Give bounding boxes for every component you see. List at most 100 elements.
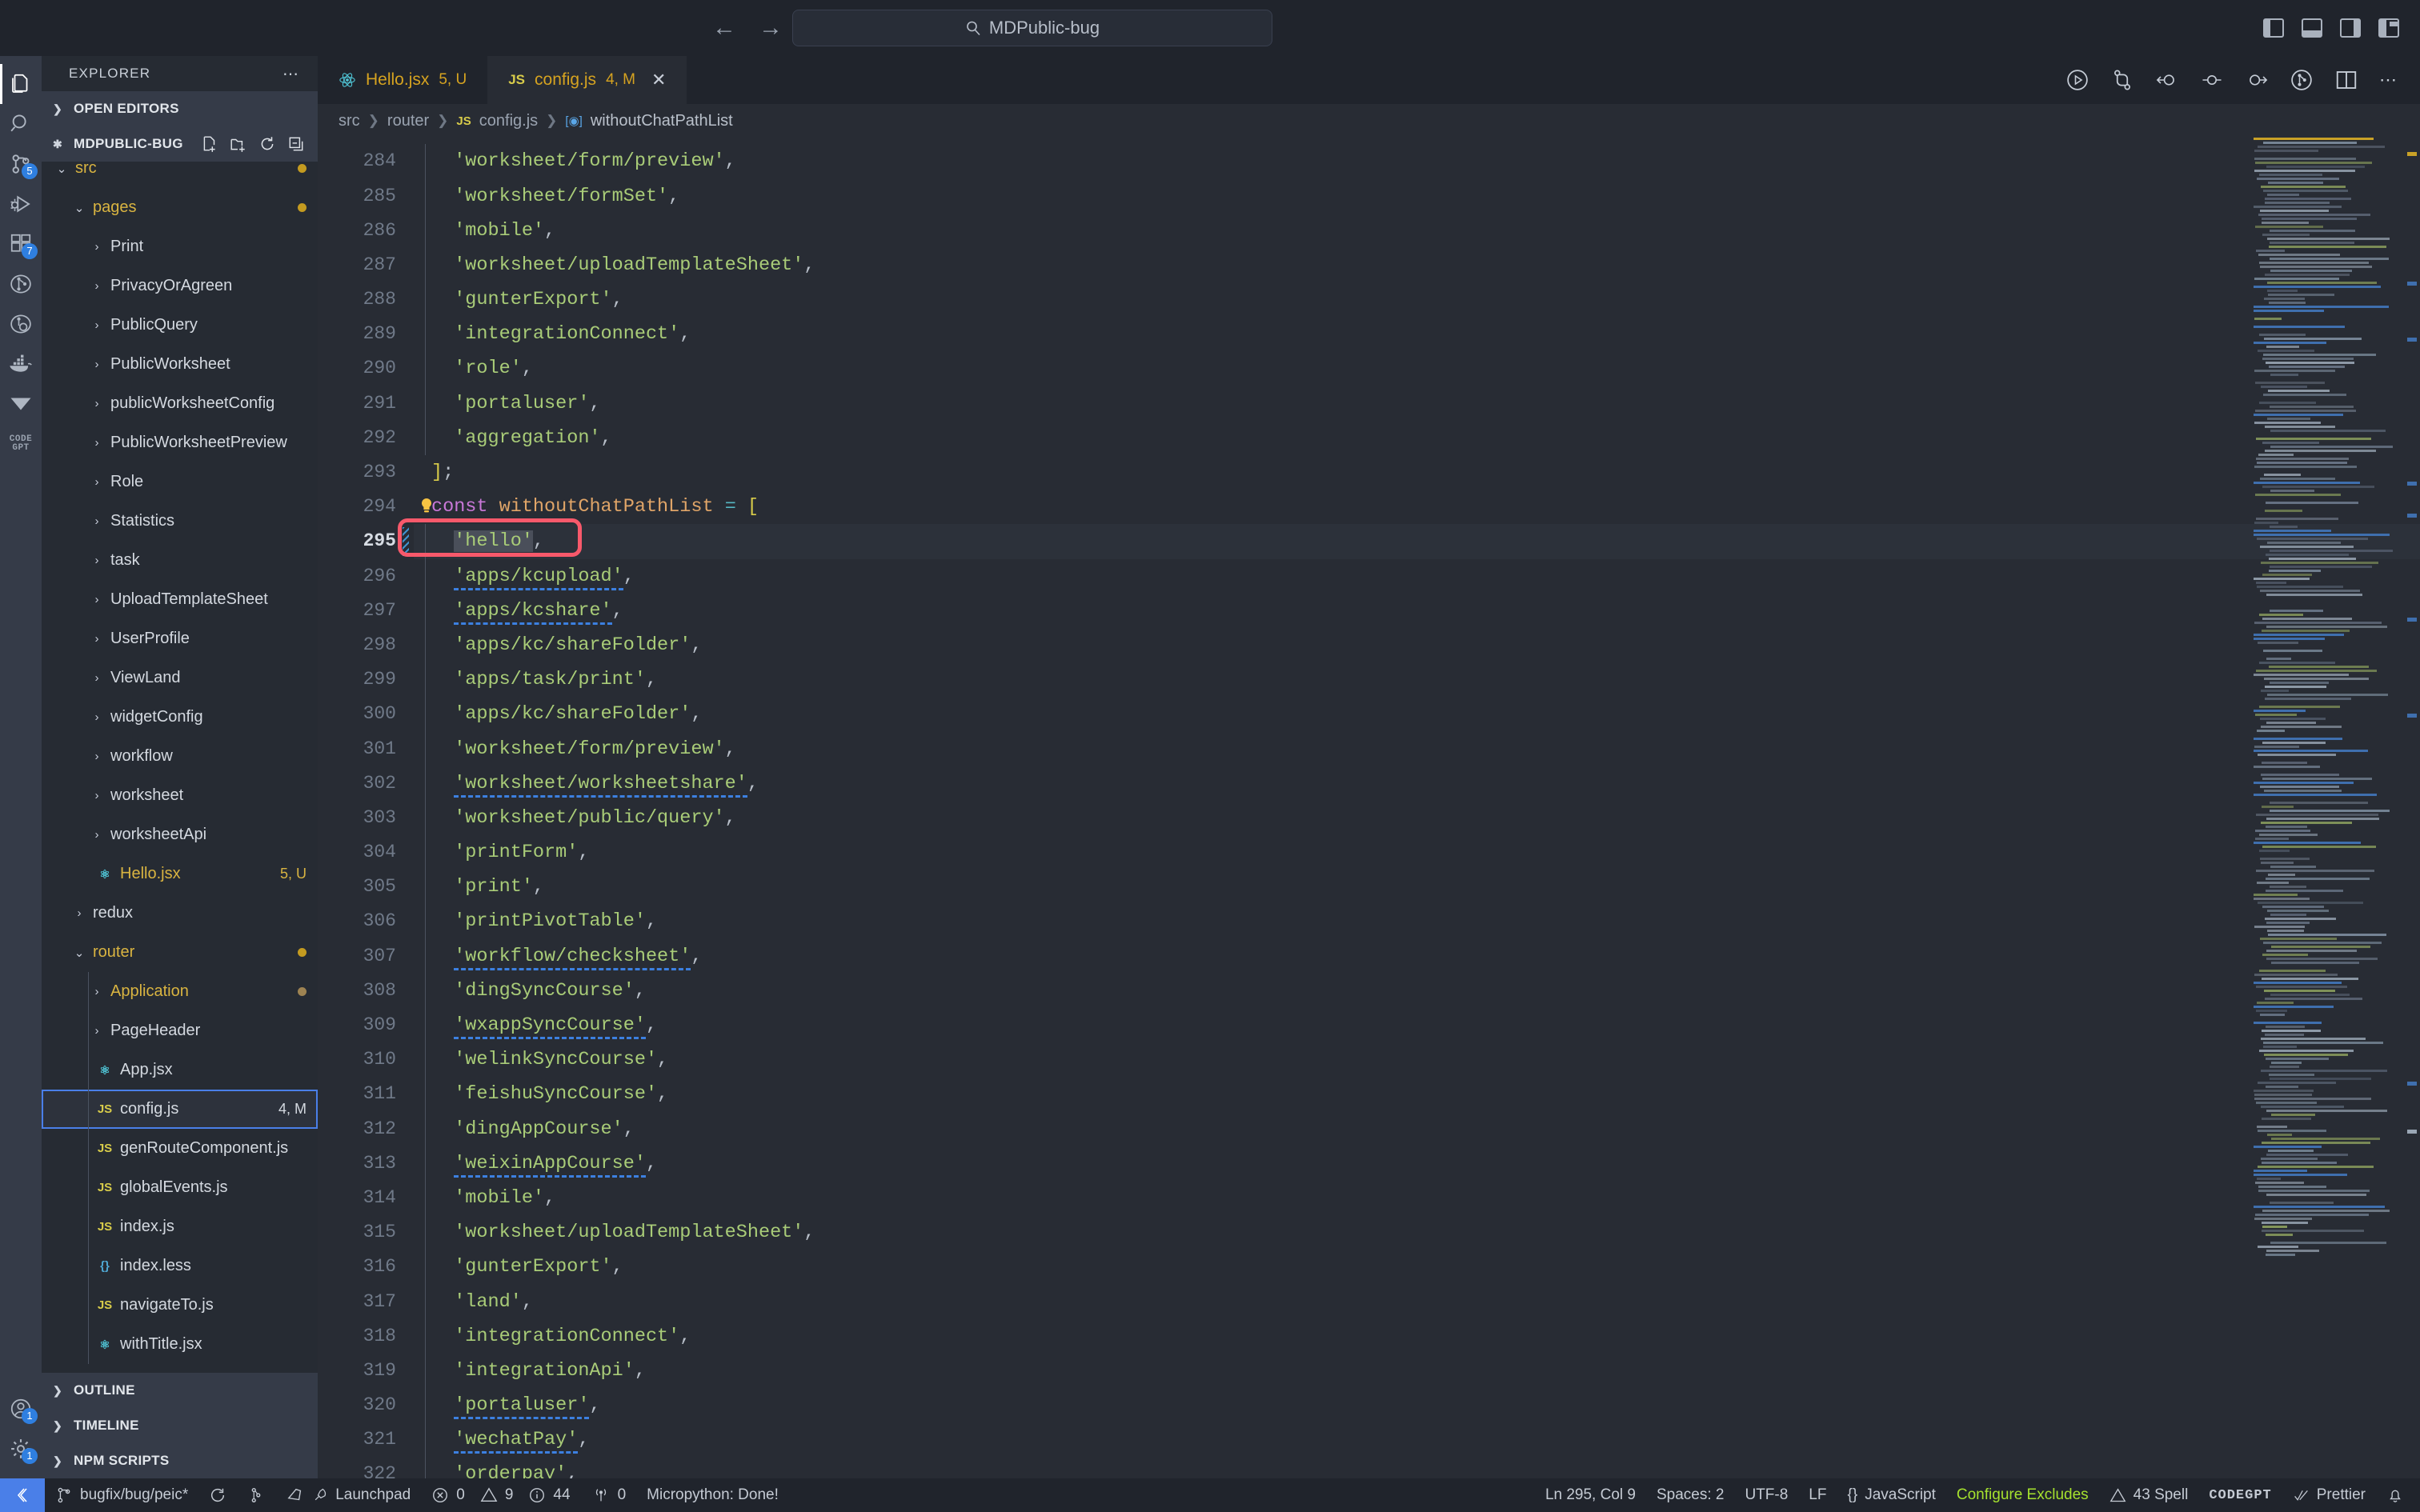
code-line[interactable]: 'wxappSyncCourse', [414, 1008, 2420, 1043]
activitybar-item-source-control[interactable]: 5 [0, 144, 42, 184]
code-line[interactable]: 'apps/kc/shareFolder', [414, 627, 2420, 663]
code-content[interactable]: 'worksheet/form/preview','worksheet/form… [414, 138, 2420, 1478]
code-line[interactable]: 'apps/kcupload', [414, 558, 2420, 594]
split-git-icon[interactable] [2110, 68, 2134, 92]
status-spell-checker[interactable]: 43 Spell [2099, 1478, 2199, 1512]
tree-item-publicworksheet[interactable]: › PublicWorksheet [42, 345, 318, 384]
code-editor[interactable]: 284 285 286 287 288 289 290 291 292 293 294 295 296 2… [318, 138, 2420, 1478]
tree-item-worksheetapi[interactable]: › worksheetApi [42, 815, 318, 854]
tree-item-socket[interactable]: ›socket [42, 1364, 318, 1373]
status-branch[interactable]: bugfix/bug/peic* [45, 1478, 198, 1512]
tree-item-router[interactable]: ⌄ router [42, 933, 318, 972]
toggle-panel-button[interactable] [2302, 18, 2322, 38]
activitybar-item-explorer[interactable] [0, 64, 42, 104]
editor-scrollbar[interactable] [2402, 138, 2420, 1478]
status-sync[interactable] [198, 1478, 237, 1512]
breadcrumb-item-router[interactable]: router [387, 112, 429, 130]
arrow-left-icon[interactable]: ← [712, 16, 736, 40]
tree-item-print[interactable]: › Print [42, 227, 318, 266]
sidebar-section-open-editors[interactable]: ❯ OPEN EDITORS [42, 91, 318, 126]
code-line[interactable]: ]; [414, 455, 2420, 490]
code-line[interactable]: 'worksheet/uploadTemplateSheet', [414, 1215, 2420, 1250]
activitybar-item-gitlens[interactable] [0, 304, 42, 344]
code-line[interactable]: 'welinkSyncCourse', [414, 1042, 2420, 1078]
code-line[interactable]: 'land', [414, 1284, 2420, 1319]
status-cursor-position[interactable]: Ln 295, Col 9 [1535, 1478, 1646, 1512]
code-line[interactable]: 'worksheet/worksheetshare', [414, 766, 2420, 801]
merge-left-icon[interactable] [2155, 68, 2179, 92]
activitybar-item-settings[interactable]: 1 [0, 1429, 42, 1469]
remote-window-button[interactable] [0, 1478, 45, 1512]
status-configure-excludes[interactable]: Configure Excludes [1946, 1478, 2099, 1512]
activitybar-item-codegpt[interactable]: CODE GPT [0, 424, 42, 464]
code-line[interactable]: 'dingAppCourse', [414, 1111, 2420, 1146]
tree-item-publicworksheetpreview[interactable]: › PublicWorksheetPreview [42, 423, 318, 462]
customize-layout-button[interactable] [2378, 18, 2399, 38]
collapse-all-icon[interactable] [287, 135, 305, 153]
code-line[interactable]: 'portaluser', [414, 1388, 2420, 1423]
tree-item-app-jsx[interactable]: ⚛ App.jsx [42, 1050, 318, 1090]
code-line[interactable]: 'apps/kc/shareFolder', [414, 697, 2420, 732]
activitybar-item-docker[interactable] [0, 344, 42, 384]
tree-item-application[interactable]: › Application [42, 972, 318, 1011]
code-line[interactable]: 'integrationApi', [414, 1353, 2420, 1389]
code-line[interactable]: 'integrationConnect', [414, 1318, 2420, 1354]
code-line[interactable]: 'worksheet/uploadTemplateSheet', [414, 247, 2420, 283]
code-line[interactable]: 'role', [414, 351, 2420, 386]
tree-item-src[interactable]: ⌄ src [42, 162, 318, 188]
code-line[interactable]: 'apps/task/print', [414, 662, 2420, 698]
git-compare-icon[interactable] [2290, 68, 2314, 92]
refresh-icon[interactable] [258, 135, 276, 153]
tree-item-redux[interactable]: › redux [42, 894, 318, 933]
code-line[interactable]: const withoutChatPathList = [ [414, 490, 2420, 524]
split-editor-icon[interactable] [2334, 68, 2358, 92]
status-micropython[interactable]: Micropython: Done! [636, 1478, 789, 1512]
toggle-primary-sidebar-button[interactable] [2263, 18, 2284, 38]
activitybar-item-accounts[interactable]: 1 [0, 1389, 42, 1429]
code-line[interactable]: 'worksheet/formSet', [414, 178, 2420, 214]
new-file-icon[interactable] [201, 135, 218, 153]
code-line[interactable]: 'gunterExport', [414, 1250, 2420, 1285]
lightbulb-icon[interactable] [419, 498, 435, 515]
status-notifications[interactable] [2376, 1478, 2420, 1512]
code-line[interactable]: 'hello', [414, 524, 2420, 559]
status-launchpad[interactable]: Launchpad [275, 1478, 421, 1512]
tree-item-worksheet[interactable]: › worksheet [42, 776, 318, 815]
close-icon[interactable]: ✕ [651, 70, 666, 90]
tree-item-privacyoragreen[interactable]: › PrivacyOrAgreen [42, 266, 318, 306]
status-eol[interactable]: LF [1798, 1478, 1837, 1512]
code-line[interactable]: 'workflow/checksheet', [414, 938, 2420, 974]
tree-item-widgetconfig[interactable]: › widgetConfig [42, 698, 318, 737]
toggle-secondary-sidebar-button[interactable] [2340, 18, 2361, 38]
code-line[interactable]: 'print', [414, 870, 2420, 905]
sidebar-section-workspace[interactable]: ✱ MDPUBLIC-BUG [42, 126, 318, 162]
code-line[interactable]: 'wechatPay', [414, 1422, 2420, 1458]
activitybar-item-run-and-debug[interactable] [0, 184, 42, 224]
breadcrumb-item-symbol[interactable]: withoutChatPathList [591, 112, 733, 130]
breadcrumb-item-file[interactable]: config.js [479, 112, 538, 130]
code-line[interactable]: 'portaluser', [414, 386, 2420, 421]
code-line[interactable]: 'integrationConnect', [414, 317, 2420, 352]
run-icon[interactable] [2065, 68, 2089, 92]
code-line[interactable]: 'apps/kcshare', [414, 593, 2420, 628]
tree-item-pageheader[interactable]: › PageHeader [42, 1011, 318, 1050]
tree-item-publicworksheetconfig[interactable]: › publicWorksheetConfig [42, 384, 318, 423]
breadcrumb-item-src[interactable]: src [339, 112, 360, 130]
file-tree[interactable]: ⌄ src ⌄ pages › Print › PrivacyOrAgreen › PublicQ… [42, 162, 318, 1373]
tree-item-config-js[interactable]: JS config.js 4, M [42, 1090, 318, 1129]
tree-item-navigateto-js[interactable]: JS navigateTo.js [42, 1286, 318, 1325]
minimap[interactable] [2249, 138, 2393, 1478]
arrow-right-icon[interactable]: → [759, 16, 783, 40]
status-ports[interactable]: 0 [581, 1478, 637, 1512]
tree-item-uploadtemplatesheet[interactable]: › UploadTemplateSheet [42, 580, 318, 619]
tree-item-globalevents-js[interactable]: JS globalEvents.js [42, 1168, 318, 1207]
activitybar-item-search[interactable] [0, 104, 42, 144]
tree-item-task[interactable]: › task [42, 541, 318, 580]
status-encoding[interactable]: UTF-8 [1734, 1478, 1798, 1512]
merge-icon[interactable] [2200, 68, 2224, 92]
code-line[interactable]: 'dingSyncCourse', [414, 973, 2420, 1009]
code-line[interactable]: 'gunterExport', [414, 282, 2420, 318]
tab-config-js[interactable]: JS config.js 4, M ✕ [487, 56, 687, 104]
activitybar-item-vercel[interactable] [0, 384, 42, 424]
code-line[interactable]: 'mobile', [414, 1180, 2420, 1216]
